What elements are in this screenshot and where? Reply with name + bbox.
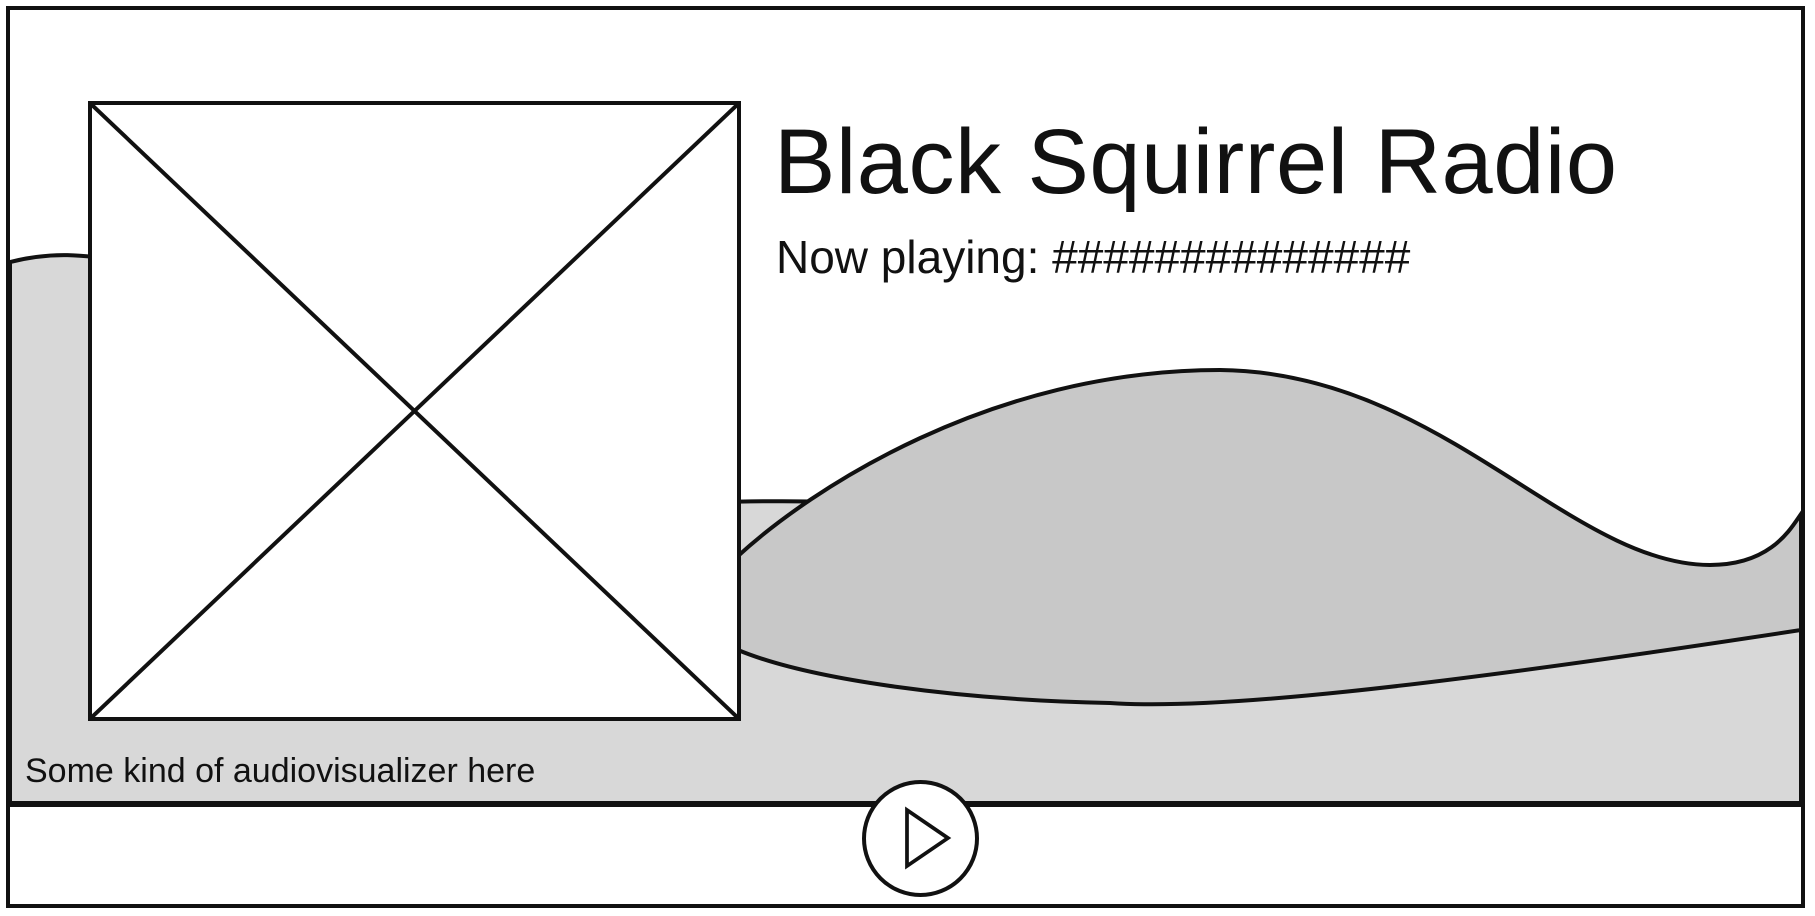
- visualizer-caption: Some kind of audiovisualizer here: [25, 752, 536, 790]
- visualizer-wave-front: [736, 367, 1801, 707]
- play-button[interactable]: [862, 780, 979, 897]
- play-icon: [905, 806, 952, 870]
- player-window: Some kind of audiovisualizer here Black …: [6, 6, 1805, 908]
- album-art-placeholder: [88, 101, 741, 721]
- station-title: Black Squirrel Radio: [774, 111, 1618, 213]
- image-placeholder-icon: [92, 105, 737, 717]
- now-playing-text: Now playing: ##############: [776, 231, 1411, 283]
